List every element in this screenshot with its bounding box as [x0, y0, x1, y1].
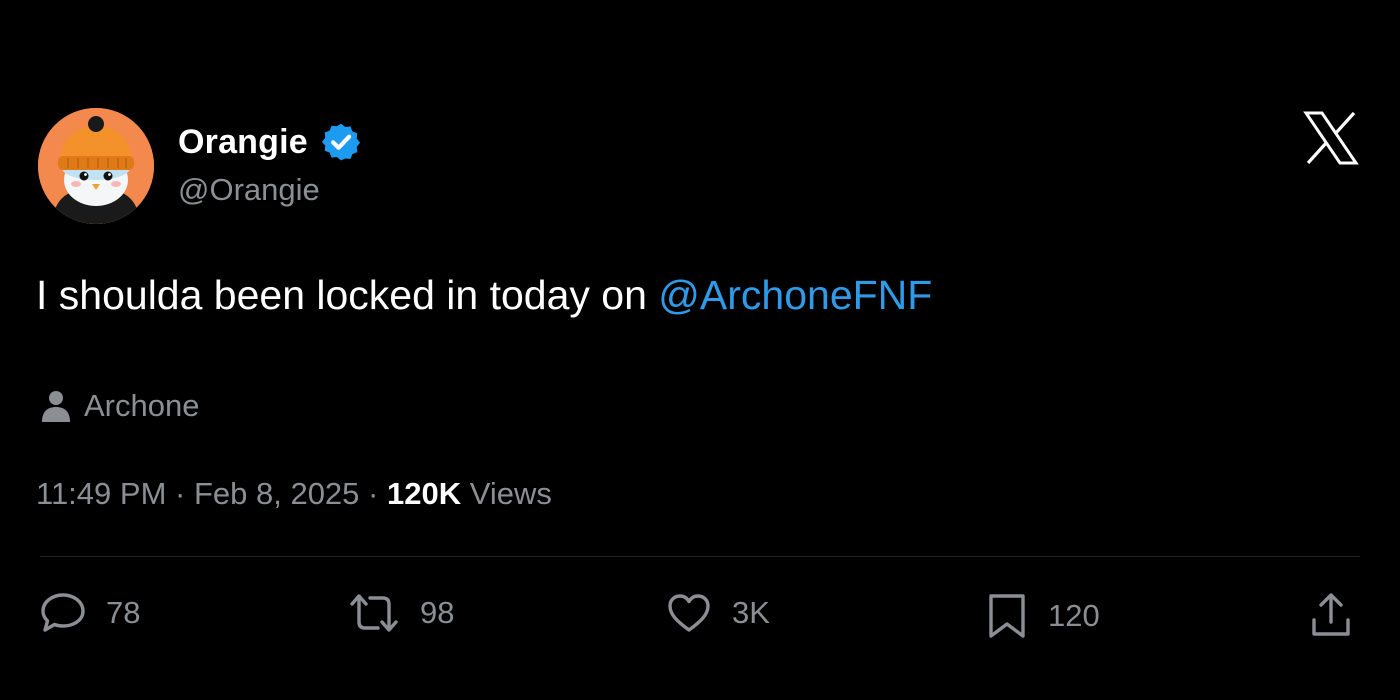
tweet-time[interactable]: 11:49 PM [36, 476, 166, 511]
community-label: Archone [84, 388, 200, 423]
like-count: 3K [732, 595, 770, 630]
community-attribution[interactable]: Archone [40, 388, 199, 424]
bookmark-button[interactable]: 120 [986, 592, 1100, 640]
tweet-meta: 11:49 PM · Feb 8, 2025 · 120K Views [36, 476, 552, 512]
like-button[interactable]: 3K [666, 592, 770, 634]
reply-count: 78 [106, 595, 141, 630]
heart-icon [668, 594, 710, 632]
tweet-card: Orangie @Orangie I shoulda been locked i… [0, 0, 1400, 700]
avatar[interactable] [38, 108, 154, 224]
share-icon [1312, 593, 1350, 636]
reply-icon [41, 593, 85, 632]
mention-link[interactable]: @ArchoneFNF [658, 272, 932, 318]
divider [40, 556, 1360, 557]
penguin-avatar-icon [38, 108, 154, 224]
retweet-count: 98 [420, 595, 455, 630]
tweet-date[interactable]: Feb 8, 2025 [194, 476, 359, 511]
display-name[interactable]: Orangie [178, 123, 308, 162]
views-count: 120K [386, 476, 462, 511]
meta-separator: · [166, 476, 194, 511]
retweet-icon [350, 594, 398, 632]
x-logo-icon [1303, 111, 1359, 165]
verified-badge-icon [321, 123, 360, 161]
tweet-body-text: I shoulda been locked in today on [36, 272, 659, 318]
share-button[interactable] [1310, 592, 1372, 638]
tweet-text: I shoulda been locked in today on @Archo… [36, 272, 932, 319]
person-icon [42, 391, 70, 422]
meta-separator: · [359, 476, 387, 511]
bookmark-count: 120 [1048, 598, 1100, 633]
bookmark-icon [989, 594, 1025, 638]
author-name-row: Orangie [178, 120, 362, 164]
author-handle[interactable]: @Orangie [178, 172, 320, 208]
reply-button[interactable]: 78 [40, 592, 140, 634]
views-label: Views [461, 476, 552, 511]
retweet-button[interactable]: 98 [348, 592, 454, 634]
